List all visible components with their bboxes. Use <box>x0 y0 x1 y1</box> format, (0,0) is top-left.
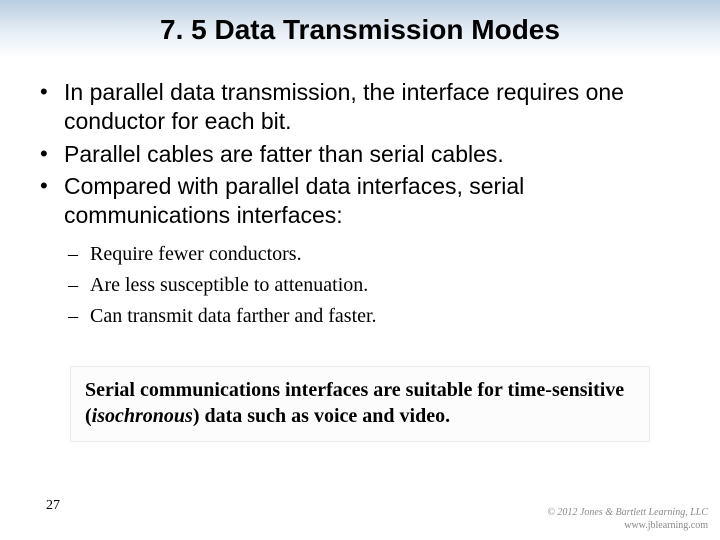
callout-box: Serial communications interfaces are sui… <box>70 366 650 442</box>
sub-bullet-item: Require fewer conductors. <box>36 240 684 269</box>
bullet-text: Parallel cables are fatter than serial c… <box>64 141 504 167</box>
slide: 7. 5 Data Transmission Modes In parallel… <box>0 0 720 540</box>
slide-title: 7. 5 Data Transmission Modes <box>0 14 720 46</box>
sub-bullet-list: Require fewer conductors. Are less susce… <box>36 240 684 331</box>
footer-copyright: © 2012 Jones & Bartlett Learning, LLC <box>547 506 708 519</box>
sub-bullet-text: Are less susceptible to attenuation. <box>90 274 368 296</box>
bullet-item: Compared with parallel data interfaces, … <box>36 172 684 230</box>
page-number: 27 <box>46 498 60 514</box>
bullet-item: Parallel cables are fatter than serial c… <box>36 140 684 169</box>
content-area: In parallel data transmission, the inter… <box>36 78 684 333</box>
bullet-item: In parallel data transmission, the inter… <box>36 78 684 136</box>
bullet-text: Compared with parallel data interfaces, … <box>64 173 524 228</box>
footer: © 2012 Jones & Bartlett Learning, LLC ww… <box>547 506 708 532</box>
footer-url: www.jblearning.com <box>547 519 708 532</box>
sub-bullet-item: Are less susceptible to attenuation. <box>36 271 684 300</box>
callout-text-iso: isochronous <box>92 405 193 427</box>
sub-bullet-text: Require fewer conductors. <box>90 243 302 265</box>
sub-bullet-item: Can transmit data farther and faster. <box>36 302 684 331</box>
sub-bullet-text: Can transmit data farther and faster. <box>90 305 377 327</box>
bullet-text: In parallel data transmission, the inter… <box>64 79 624 134</box>
callout-text-post: ) data such as voice and video. <box>193 405 450 427</box>
bullet-list: In parallel data transmission, the inter… <box>36 78 684 230</box>
